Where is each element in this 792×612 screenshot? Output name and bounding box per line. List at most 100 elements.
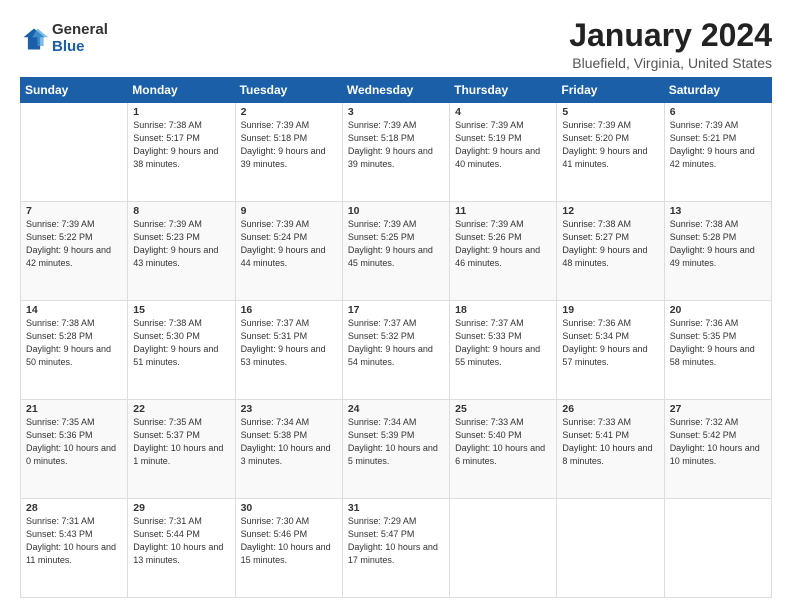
calendar-header-row: Sunday Monday Tuesday Wednesday Thursday… <box>21 78 772 103</box>
table-row: 20Sunrise: 7:36 AMSunset: 5:35 PMDayligh… <box>664 301 771 400</box>
table-row: 16Sunrise: 7:37 AMSunset: 5:31 PMDayligh… <box>235 301 342 400</box>
day-info: Sunrise: 7:32 AMSunset: 5:42 PMDaylight:… <box>670 416 766 468</box>
day-info: Sunrise: 7:39 AMSunset: 5:19 PMDaylight:… <box>455 119 551 171</box>
table-row: 4Sunrise: 7:39 AMSunset: 5:19 PMDaylight… <box>450 103 557 202</box>
day-info: Sunrise: 7:39 AMSunset: 5:18 PMDaylight:… <box>348 119 444 171</box>
day-number: 14 <box>26 304 122 316</box>
sunrise-text: Sunrise: 7:39 AM <box>562 120 631 130</box>
table-row <box>557 499 664 598</box>
table-row: 13Sunrise: 7:38 AMSunset: 5:28 PMDayligh… <box>664 202 771 301</box>
sunset-text: Sunset: 5:22 PM <box>26 232 93 242</box>
sunrise-text: Sunrise: 7:39 AM <box>348 219 417 229</box>
table-row: 31Sunrise: 7:29 AMSunset: 5:47 PMDayligh… <box>342 499 449 598</box>
daylight-text: Daylight: 9 hours and 38 minutes. <box>133 146 218 169</box>
day-number: 6 <box>670 106 766 118</box>
day-info: Sunrise: 7:38 AM Sunset: 5:17 PM Daylight:… <box>133 119 229 171</box>
day-info: Sunrise: 7:34 AMSunset: 5:39 PMDaylight:… <box>348 416 444 468</box>
sunrise-text: Sunrise: 7:38 AM <box>133 120 202 130</box>
day-number: 21 <box>26 403 122 415</box>
sunset-text: Sunset: 5:24 PM <box>241 232 308 242</box>
sunset-text: Sunset: 5:41 PM <box>562 430 629 440</box>
day-number: 28 <box>26 502 122 514</box>
day-number: 30 <box>241 502 337 514</box>
sunset-text: Sunset: 5:18 PM <box>241 133 308 143</box>
sunset-text: Sunset: 5:17 PM <box>133 133 200 143</box>
table-row: 30Sunrise: 7:30 AMSunset: 5:46 PMDayligh… <box>235 499 342 598</box>
table-row: 10Sunrise: 7:39 AMSunset: 5:25 PMDayligh… <box>342 202 449 301</box>
sunset-text: Sunset: 5:36 PM <box>26 430 93 440</box>
calendar-week-row: 14Sunrise: 7:38 AMSunset: 5:28 PMDayligh… <box>21 301 772 400</box>
sunrise-text: Sunrise: 7:29 AM <box>348 516 417 526</box>
sunset-text: Sunset: 5:19 PM <box>455 133 522 143</box>
table-row: 21Sunrise: 7:35 AMSunset: 5:36 PMDayligh… <box>21 400 128 499</box>
table-row: 19Sunrise: 7:36 AMSunset: 5:34 PMDayligh… <box>557 301 664 400</box>
sunrise-text: Sunrise: 7:39 AM <box>241 219 310 229</box>
header: General Blue January 2024 Bluefield, Vir… <box>20 18 772 71</box>
day-number: 4 <box>455 106 551 118</box>
sunrise-text: Sunrise: 7:39 AM <box>455 120 524 130</box>
table-row: 23Sunrise: 7:34 AMSunset: 5:38 PMDayligh… <box>235 400 342 499</box>
sunset-text: Sunset: 5:44 PM <box>133 529 200 539</box>
sunrise-text: Sunrise: 7:39 AM <box>26 219 95 229</box>
daylight-text: Daylight: 9 hours and 48 minutes. <box>562 245 647 268</box>
col-monday: Monday <box>128 78 235 103</box>
table-row: 17Sunrise: 7:37 AMSunset: 5:32 PMDayligh… <box>342 301 449 400</box>
day-info: Sunrise: 7:39 AMSunset: 5:24 PMDaylight:… <box>241 218 337 270</box>
day-info: Sunrise: 7:34 AMSunset: 5:38 PMDaylight:… <box>241 416 337 468</box>
sunrise-text: Sunrise: 7:37 AM <box>455 318 524 328</box>
day-info: Sunrise: 7:39 AMSunset: 5:25 PMDaylight:… <box>348 218 444 270</box>
daylight-text: Daylight: 9 hours and 55 minutes. <box>455 344 540 367</box>
table-row: 18Sunrise: 7:37 AMSunset: 5:33 PMDayligh… <box>450 301 557 400</box>
day-number: 11 <box>455 205 551 217</box>
daylight-text: Daylight: 10 hours and 8 minutes. <box>562 443 652 466</box>
sunset-text: Sunset: 5:43 PM <box>26 529 93 539</box>
table-row: 14Sunrise: 7:38 AMSunset: 5:28 PMDayligh… <box>21 301 128 400</box>
day-info: Sunrise: 7:38 AMSunset: 5:28 PMDaylight:… <box>26 317 122 369</box>
table-row: 3Sunrise: 7:39 AMSunset: 5:18 PMDaylight… <box>342 103 449 202</box>
sunrise-text: Sunrise: 7:39 AM <box>455 219 524 229</box>
table-row <box>21 103 128 202</box>
sunrise-text: Sunrise: 7:39 AM <box>348 120 417 130</box>
day-info: Sunrise: 7:31 AMSunset: 5:43 PMDaylight:… <box>26 515 122 567</box>
sunrise-text: Sunrise: 7:33 AM <box>562 417 631 427</box>
page: General Blue January 2024 Bluefield, Vir… <box>0 0 792 612</box>
sunset-text: Sunset: 5:34 PM <box>562 331 629 341</box>
sunrise-text: Sunrise: 7:30 AM <box>241 516 310 526</box>
sunset-text: Sunset: 5:26 PM <box>455 232 522 242</box>
sunset-text: Sunset: 5:32 PM <box>348 331 415 341</box>
title-block: January 2024 Bluefield, Virginia, United… <box>569 18 772 71</box>
logo-icon <box>20 25 48 53</box>
day-info: Sunrise: 7:35 AMSunset: 5:37 PMDaylight:… <box>133 416 229 468</box>
daylight-text: Daylight: 9 hours and 45 minutes. <box>348 245 433 268</box>
sunrise-text: Sunrise: 7:31 AM <box>133 516 202 526</box>
sunset-text: Sunset: 5:47 PM <box>348 529 415 539</box>
sunset-text: Sunset: 5:37 PM <box>133 430 200 440</box>
day-info: Sunrise: 7:31 AMSunset: 5:44 PMDaylight:… <box>133 515 229 567</box>
day-info: Sunrise: 7:39 AMSunset: 5:23 PMDaylight:… <box>133 218 229 270</box>
day-info: Sunrise: 7:35 AMSunset: 5:36 PMDaylight:… <box>26 416 122 468</box>
sunrise-text: Sunrise: 7:38 AM <box>670 219 739 229</box>
day-number: 15 <box>133 304 229 316</box>
day-number: 27 <box>670 403 766 415</box>
sunset-text: Sunset: 5:42 PM <box>670 430 737 440</box>
table-row: 22Sunrise: 7:35 AMSunset: 5:37 PMDayligh… <box>128 400 235 499</box>
sunrise-text: Sunrise: 7:37 AM <box>348 318 417 328</box>
daylight-text: Daylight: 10 hours and 11 minutes. <box>26 542 116 565</box>
sunrise-text: Sunrise: 7:37 AM <box>241 318 310 328</box>
sunset-text: Sunset: 5:28 PM <box>670 232 737 242</box>
sunset-text: Sunset: 5:31 PM <box>241 331 308 341</box>
table-row: 6Sunrise: 7:39 AMSunset: 5:21 PMDaylight… <box>664 103 771 202</box>
sunset-text: Sunset: 5:46 PM <box>241 529 308 539</box>
day-info: Sunrise: 7:29 AMSunset: 5:47 PMDaylight:… <box>348 515 444 567</box>
sunrise-text: Sunrise: 7:39 AM <box>133 219 202 229</box>
daylight-text: Daylight: 9 hours and 57 minutes. <box>562 344 647 367</box>
logo-blue-text: Blue <box>52 39 108 56</box>
table-row: 7Sunrise: 7:39 AMSunset: 5:22 PMDaylight… <box>21 202 128 301</box>
col-sunday: Sunday <box>21 78 128 103</box>
day-info: Sunrise: 7:38 AMSunset: 5:30 PMDaylight:… <box>133 317 229 369</box>
day-info: Sunrise: 7:39 AMSunset: 5:21 PMDaylight:… <box>670 119 766 171</box>
col-wednesday: Wednesday <box>342 78 449 103</box>
sunset-text: Sunset: 5:30 PM <box>133 331 200 341</box>
day-info: Sunrise: 7:37 AMSunset: 5:32 PMDaylight:… <box>348 317 444 369</box>
daylight-text: Daylight: 9 hours and 39 minutes. <box>241 146 326 169</box>
